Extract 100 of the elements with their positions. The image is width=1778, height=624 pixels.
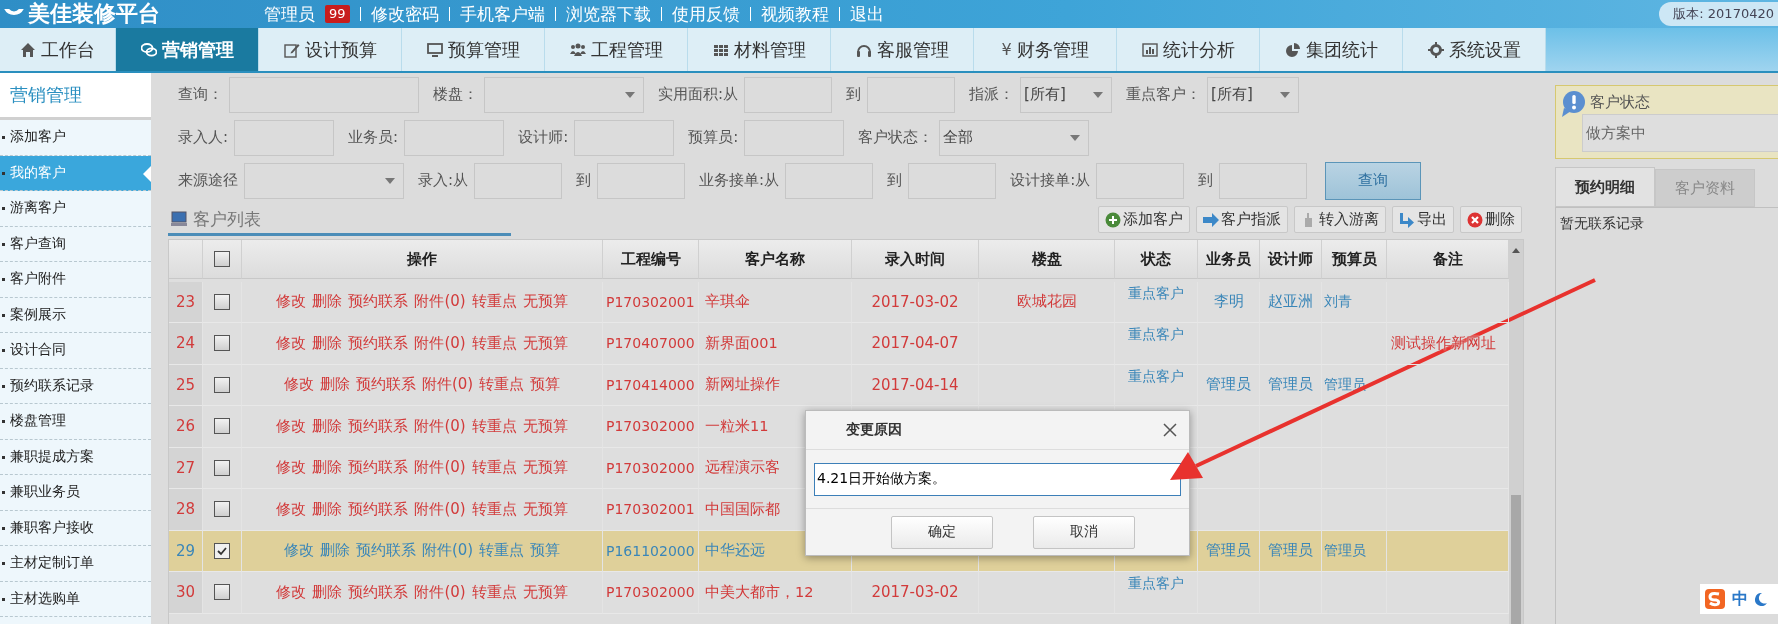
action-link[interactable]: 转重点 [471, 582, 517, 602]
dropdown-field[interactable]: [所有] [1207, 76, 1300, 113]
sidebar-item[interactable]: 客户附件 [0, 262, 151, 298]
scrollbar[interactable] [1509, 240, 1523, 624]
action-link[interactable]: 无预算 [522, 292, 568, 312]
nav-link[interactable]: 退出 [849, 2, 884, 26]
sidebar-item[interactable]: 添加客户 [0, 120, 151, 156]
action-link[interactable]: 预约联系 [348, 499, 409, 519]
action-link[interactable]: 无预算 [522, 582, 568, 602]
row-checkbox[interactable] [214, 335, 230, 352]
user-link[interactable]: 管理员 [264, 2, 315, 26]
sidebar-item[interactable]: 案例展示 [0, 297, 151, 333]
dropdown-field[interactable]: 全部 [939, 119, 1090, 156]
action-link[interactable]: 删除 [319, 375, 350, 395]
nav-link[interactable]: 使用反馈 [671, 2, 740, 26]
action-link[interactable]: 修改 [276, 458, 307, 478]
action-link[interactable]: 附件(0) [421, 541, 474, 561]
action-link[interactable]: 附件(0) [414, 333, 466, 353]
sidebar-item[interactable]: 兼职客户接收 [0, 510, 151, 546]
toolbar-button[interactable]: 转入游离 [1294, 206, 1386, 233]
menu-tab[interactable]: ¥ 财务管理 [974, 28, 1117, 71]
action-link[interactable]: 修改 [283, 375, 314, 395]
dropdown-field[interactable] [484, 76, 644, 113]
action-link[interactable]: 修改 [276, 292, 307, 312]
close-icon[interactable] [1163, 423, 1177, 437]
action-link[interactable]: 删除 [312, 582, 343, 602]
menu-tab[interactable]: 客服管理 [831, 28, 974, 71]
nav-link[interactable]: 视频教程 [760, 2, 829, 26]
action-link[interactable]: 附件(0) [414, 416, 466, 436]
row-checkbox[interactable] [214, 293, 230, 310]
action-link[interactable]: 预约联系 [348, 416, 409, 436]
action-link[interactable]: 预算 [530, 375, 561, 395]
action-link[interactable]: 附件(0) [414, 582, 466, 602]
select-all-checkbox[interactable] [214, 251, 230, 267]
action-link[interactable]: 转重点 [479, 541, 525, 561]
menu-tab[interactable]: 集团统计 [1260, 28, 1403, 71]
sidebar-item[interactable]: 我的客户 [0, 155, 151, 191]
action-link[interactable]: 转重点 [471, 292, 517, 312]
action-link[interactable]: 转重点 [471, 458, 517, 478]
menu-tab[interactable]: 预算管理 [402, 28, 545, 71]
reason-input[interactable]: 4.21日开始做方案。 [814, 462, 1181, 496]
action-link[interactable]: 修改 [276, 499, 307, 519]
action-link[interactable]: 修改 [276, 333, 307, 353]
action-link[interactable]: 预约联系 [348, 582, 409, 602]
row-checkbox[interactable] [214, 418, 230, 435]
action-link[interactable]: 无预算 [522, 499, 568, 519]
sidebar-item[interactable]: 楼盘管理 [0, 404, 151, 440]
action-link[interactable]: 删除 [312, 499, 343, 519]
action-link[interactable]: 附件(0) [414, 458, 466, 478]
action-link[interactable]: 删除 [312, 416, 343, 436]
sidebar-item[interactable]: 兼职业务员 [0, 475, 151, 511]
nav-link[interactable]: 浏览器下载 [565, 2, 651, 26]
action-link[interactable]: 删除 [312, 333, 343, 353]
action-link[interactable]: 预约联系 [355, 375, 416, 395]
action-link[interactable]: 预约联系 [348, 458, 409, 478]
dropdown-field[interactable]: [所有] [1020, 76, 1113, 113]
sidebar-item[interactable]: 客户查询 [0, 226, 151, 262]
sidebar-item[interactable]: 主材定制订单 [0, 546, 151, 582]
detail-tab[interactable]: 预约明细 [1555, 167, 1655, 207]
action-link[interactable]: 预算 [530, 541, 561, 561]
menu-tab[interactable]: 营销管理 [116, 28, 259, 71]
sidebar-item[interactable]: 兼职提成方案 [0, 439, 151, 475]
toolbar-button[interactable]: 客户指派 [1196, 206, 1288, 233]
action-link[interactable]: 删除 [319, 541, 350, 561]
action-link[interactable]: 删除 [312, 292, 343, 312]
row-checkbox[interactable] [214, 376, 230, 393]
nav-link[interactable]: 修改密码 [370, 2, 439, 26]
sidebar-item[interactable]: 游离客户 [0, 191, 151, 227]
action-link[interactable]: 转重点 [471, 333, 517, 353]
action-link[interactable]: 预约联系 [348, 292, 409, 312]
toolbar-button[interactable]: 导出 [1392, 206, 1454, 233]
ime-toolbar[interactable]: 中 [1700, 584, 1778, 614]
action-link[interactable]: 修改 [276, 416, 307, 436]
menu-tab[interactable]: 工作台 [0, 28, 116, 71]
action-link[interactable]: 预约联系 [355, 541, 416, 561]
row-checkbox[interactable] [214, 459, 230, 476]
dialog-button[interactable]: 取消 [1032, 515, 1135, 549]
action-link[interactable]: 修改 [283, 541, 314, 561]
action-link[interactable]: 预约联系 [348, 333, 409, 353]
sidebar-item[interactable]: 设计合同 [0, 333, 151, 369]
nav-link[interactable]: 手机客户端 [459, 2, 545, 26]
sidebar-item[interactable]: 预约联系记录 [0, 368, 151, 404]
detail-tab[interactable]: 客户资料 [1655, 169, 1755, 207]
toolbar-button[interactable]: 添加客户 [1098, 206, 1190, 233]
sidebar-item[interactable]: 主材选购单 [0, 581, 151, 617]
action-link[interactable]: 附件(0) [414, 292, 466, 312]
scroll-up-icon[interactable] [1512, 248, 1520, 253]
row-checkbox[interactable] [214, 501, 230, 518]
row-checkbox[interactable] [214, 542, 230, 559]
action-link[interactable]: 修改 [276, 582, 307, 602]
row-checkbox[interactable] [214, 584, 230, 601]
action-link[interactable]: 转重点 [479, 375, 525, 395]
menu-tab[interactable]: 系统设置 [1403, 28, 1546, 71]
menu-tab[interactable]: 设计预算 [259, 28, 402, 71]
scrollbar-thumb[interactable] [1511, 495, 1521, 624]
action-link[interactable]: 删除 [312, 458, 343, 478]
menu-tab[interactable]: 材料管理 [688, 28, 831, 71]
toolbar-button[interactable]: 删除 [1460, 206, 1522, 233]
action-link[interactable]: 无预算 [522, 416, 568, 436]
dropdown-field[interactable] [244, 162, 404, 199]
